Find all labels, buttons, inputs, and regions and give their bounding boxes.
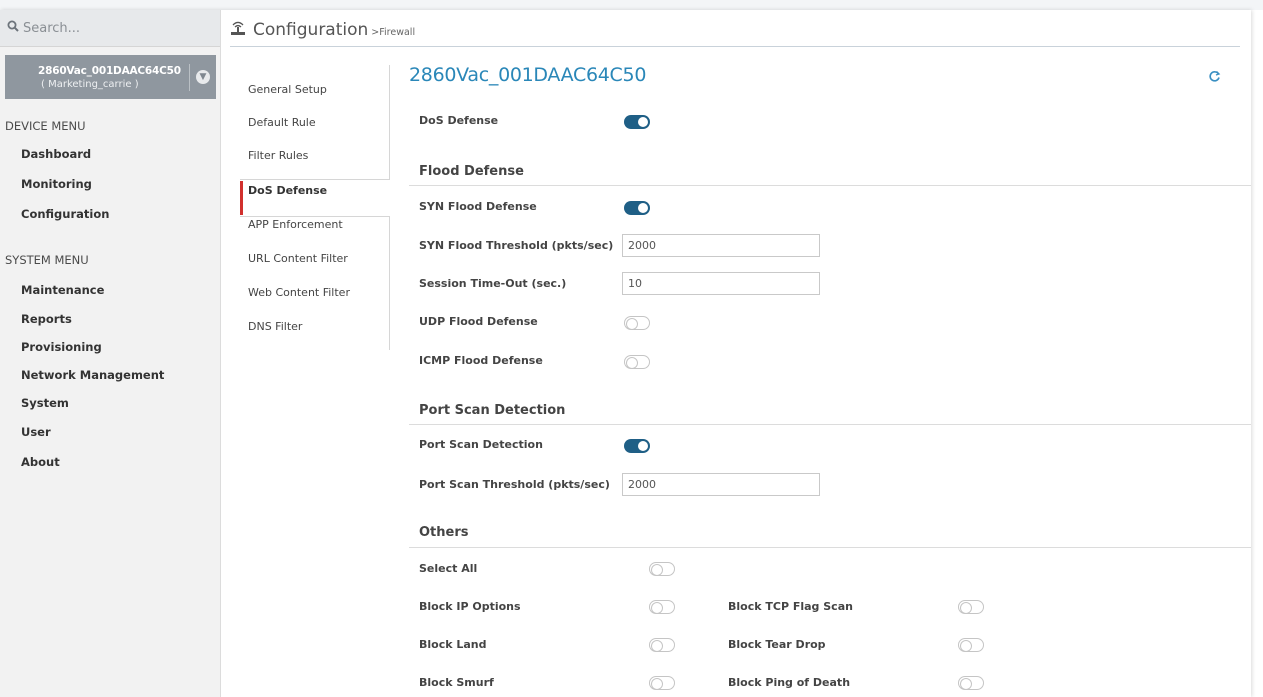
block-ip-options-label: Block IP Options: [419, 600, 521, 613]
block-smurf-toggle[interactable]: [649, 676, 675, 690]
select-all-label: Select All: [419, 562, 478, 575]
syn-flood-threshold-label: SYN Flood Threshold (pkts/sec): [419, 239, 614, 252]
icmp-flood-defense-label: ICMP Flood Defense: [419, 354, 543, 367]
submenu-default-rule[interactable]: Default Rule: [248, 116, 316, 129]
port-scan-detection-toggle[interactable]: [624, 439, 650, 453]
icmp-flood-defense-toggle[interactable]: [624, 355, 650, 369]
device-menu-heading: DEVICE MENU: [5, 119, 86, 133]
submenu-dos-defense[interactable]: DoS Defense: [248, 184, 327, 197]
device-name: 2860Vac_001DAAC64C50: [38, 65, 181, 77]
block-ping-of-death-label: Block Ping of Death: [728, 676, 851, 689]
udp-flood-defense-toggle[interactable]: [624, 316, 650, 330]
session-timeout-field[interactable]: 10: [622, 272, 820, 295]
port-scan-heading: Port Scan Detection: [419, 403, 566, 418]
search-placeholder: Search...: [23, 20, 81, 36]
sidebar: Search... 2860Vac_001DAAC64C50 ( Marketi…: [0, 10, 221, 697]
chevron-down-icon[interactable]: ▼: [196, 70, 210, 84]
others-heading: Others: [419, 525, 469, 540]
block-ip-options-toggle[interactable]: [649, 600, 675, 614]
select-all-toggle[interactable]: [649, 562, 675, 576]
block-tcp-flag-scan-toggle[interactable]: [958, 600, 984, 614]
submenu-dns-filter[interactable]: DNS Filter: [248, 320, 302, 333]
refresh-icon[interactable]: [1208, 70, 1221, 87]
section-divider: [409, 185, 1251, 186]
flood-defense-heading: Flood Defense: [419, 164, 524, 179]
device-profile: ( Marketing_carrie ): [41, 79, 139, 90]
submenu-web-content-filter[interactable]: Web Content Filter: [248, 286, 350, 299]
block-ping-of-death-toggle[interactable]: [958, 676, 984, 690]
firewall-submenu: General Setup Default Rule Filter Rules …: [240, 65, 390, 350]
header-divider: [230, 46, 1240, 47]
sidebar-item-configuration[interactable]: Configuration: [21, 207, 109, 221]
app-frame: Search... 2860Vac_001DAAC64C50 ( Marketi…: [0, 10, 1251, 697]
search-icon: [7, 20, 19, 36]
sidebar-item-user[interactable]: User: [21, 425, 51, 439]
sidebar-item-network-management[interactable]: Network Management: [21, 368, 164, 382]
device-title: 2860Vac_001DAAC64C50: [409, 64, 647, 86]
divider: [189, 64, 190, 91]
top-strip: [0, 0, 1263, 10]
dos-defense-toggle[interactable]: [624, 115, 650, 129]
port-scan-threshold-label: Port Scan Threshold (pkts/sec): [419, 478, 610, 491]
system-menu-heading: SYSTEM MENU: [5, 253, 89, 267]
sidebar-item-dashboard[interactable]: Dashboard: [21, 147, 91, 161]
block-tear-drop-label: Block Tear Drop: [728, 638, 826, 651]
sidebar-item-maintenance[interactable]: Maintenance: [21, 283, 104, 297]
section-divider: [409, 547, 1251, 548]
submenu-url-content-filter[interactable]: URL Content Filter: [248, 252, 348, 265]
port-scan-detection-label: Port Scan Detection: [419, 438, 543, 451]
udp-flood-defense-label: UDP Flood Defense: [419, 315, 538, 328]
port-scan-threshold-field[interactable]: 2000: [622, 473, 820, 496]
active-submenu-marker: [240, 181, 243, 215]
search-input[interactable]: Search...: [0, 10, 220, 47]
session-timeout-label: Session Time-Out (sec.): [419, 277, 567, 290]
block-tear-drop-toggle[interactable]: [958, 638, 984, 652]
section-divider: [409, 424, 1251, 425]
sidebar-item-provisioning[interactable]: Provisioning: [21, 340, 102, 354]
block-tcp-flag-scan-label: Block TCP Flag Scan: [728, 600, 853, 613]
sidebar-item-reports[interactable]: Reports: [21, 312, 72, 326]
block-smurf-label: Block Smurf: [419, 676, 494, 689]
sidebar-item-about[interactable]: About: [21, 455, 60, 469]
submenu-app-enforcement[interactable]: APP Enforcement: [248, 218, 343, 231]
block-land-label: Block Land: [419, 638, 487, 651]
sidebar-item-system[interactable]: System: [21, 396, 69, 410]
sidebar-item-monitoring[interactable]: Monitoring: [21, 177, 92, 191]
router-icon: [230, 20, 246, 39]
breadcrumb: >Firewall: [371, 27, 416, 38]
dos-defense-label: DoS Defense: [419, 114, 499, 127]
header-title: Configuration: [253, 20, 369, 40]
syn-flood-defense-label: SYN Flood Defense: [419, 200, 537, 213]
block-land-toggle[interactable]: [649, 638, 675, 652]
submenu-filter-rules[interactable]: Filter Rules: [248, 149, 308, 162]
syn-flood-defense-toggle[interactable]: [624, 201, 650, 215]
page-title: Configuration >Firewall: [230, 20, 415, 40]
submenu-general-setup[interactable]: General Setup: [248, 83, 327, 96]
syn-flood-threshold-field[interactable]: 2000: [622, 234, 820, 257]
device-selector[interactable]: 2860Vac_001DAAC64C50 ( Marketing_carrie …: [5, 55, 216, 99]
